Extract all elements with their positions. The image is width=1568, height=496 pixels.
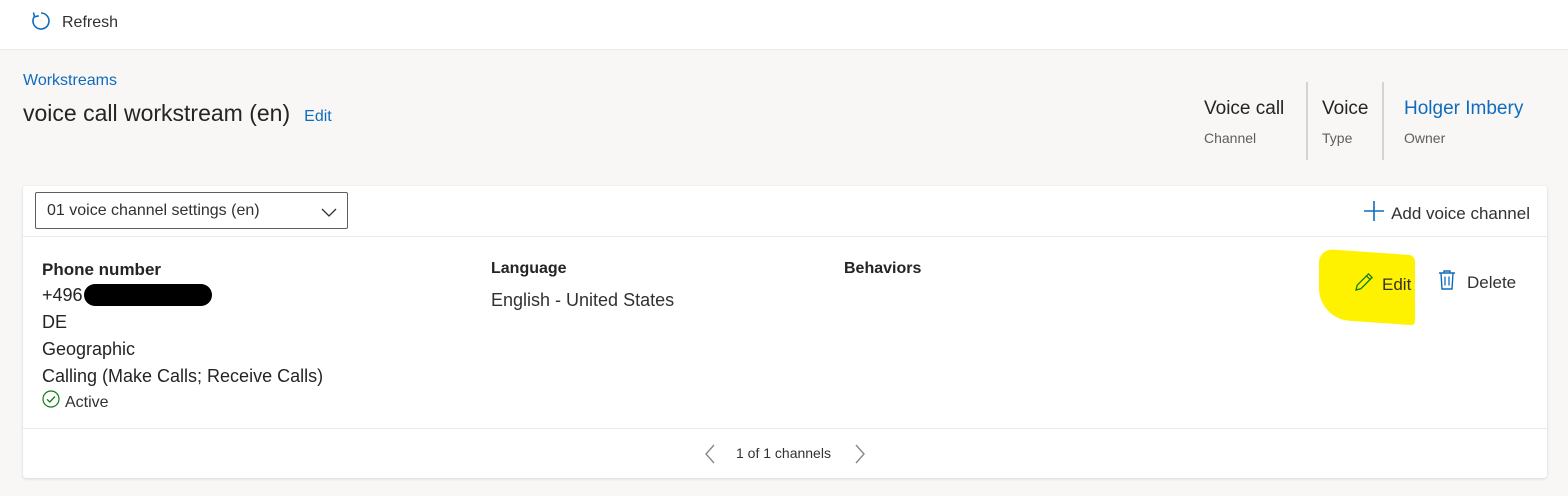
channel-card: 01 voice channel settings (en) Add voice… [23,186,1547,478]
status-label: Active [65,393,109,411]
chevron-down-icon [321,205,337,223]
title-edit-link[interactable]: Edit [304,108,332,126]
phone-column: Phone number +496 DE Geographic Calling … [42,260,323,415]
phone-number-header: Phone number [42,260,162,279]
meta-type-label: Type [1322,130,1353,146]
channel-settings-select[interactable]: 01 voice channel settings (en) [35,192,348,229]
behaviors-column: Behaviors [844,260,921,278]
chevron-left-icon[interactable] [703,443,717,470]
behaviors-header: Behaviors [844,260,922,277]
trash-icon [1437,269,1457,296]
phone-number-value: +496 [42,285,83,305]
delete-channel-button[interactable]: Delete [1437,269,1516,296]
meta-owner-value[interactable]: Holger Imbery [1404,98,1523,120]
language-header: Language [491,260,567,277]
card-header: 01 voice channel settings (en) Add voice… [23,186,1547,237]
breadcrumb-workstreams[interactable]: Workstreams [23,72,117,90]
pagination-info: 1 of 1 channels [736,445,831,461]
refresh-button[interactable]: Refresh [30,10,118,36]
meta-channel-label: Channel [1204,130,1257,146]
page-title: voice call workstream (en) [23,100,291,126]
language-column: Language English - United States [491,260,674,311]
command-bar: Refresh [0,0,1568,50]
number-type-value: Geographic [42,339,136,359]
chevron-right-icon[interactable] [853,443,867,470]
edit-channel-label: Edit [1382,274,1412,294]
refresh-icon [30,10,52,37]
edit-channel-button[interactable]: Edit [1353,271,1411,298]
pagination: 1 of 1 channels [23,430,1547,478]
meta-owner-label: Owner [1404,130,1446,146]
meta-type-value: Voice [1322,98,1369,119]
plus-icon [1363,200,1385,227]
pencil-icon [1353,271,1375,298]
channel-row: Phone number +496 DE Geographic Calling … [23,238,1547,429]
meta-divider [1382,82,1384,160]
check-circle-icon [42,390,60,415]
phone-number-line: +496 [42,282,323,309]
meta-channel-value: Voice call [1204,98,1285,119]
delete-channel-label: Delete [1467,272,1517,292]
add-voice-channel-button[interactable]: Add voice channel [1363,200,1530,227]
status-badge: Active [42,390,323,415]
redaction-mark [84,284,212,306]
add-voice-channel-label: Add voice channel [1391,203,1530,223]
refresh-label: Refresh [62,14,119,31]
channel-settings-value: 01 voice channel settings (en) [47,201,260,219]
title-row: voice call workstream (en) Edit [23,100,332,127]
meta-divider [1306,82,1308,160]
language-value: English - United States [491,290,675,310]
country-value: DE [42,312,68,332]
calling-value: Calling (Make Calls; Receive Calls) [42,366,324,386]
